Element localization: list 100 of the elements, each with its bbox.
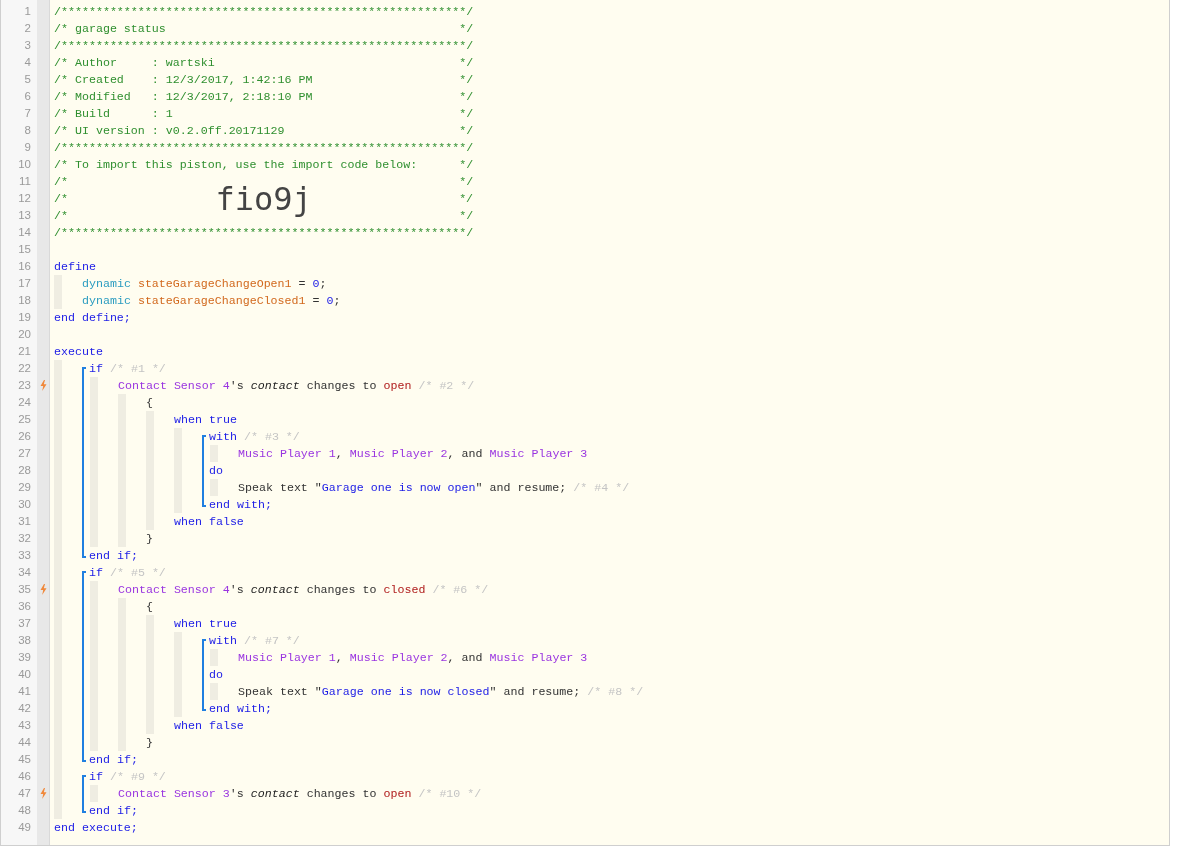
line-number: 43	[17, 718, 32, 733]
line-number: 1	[23, 4, 32, 19]
line-number: 38	[17, 633, 32, 648]
code-line: {	[146, 599, 153, 615]
line-number: 24	[17, 395, 32, 410]
line-number: 45	[17, 752, 32, 767]
line-number: 6	[23, 89, 32, 104]
code-line: /**********************************************************/	[54, 140, 474, 156]
line-number: 40	[17, 667, 32, 682]
line-number: 14	[17, 225, 32, 240]
line-number: 31	[17, 514, 32, 529]
line-number: 25	[17, 412, 32, 427]
code-line: Speak text "Garage one is now closed" and resume; /* #8 */	[238, 684, 644, 700]
code-line: /**********************************************************/	[54, 225, 474, 241]
code-line: */	[459, 123, 474, 139]
line-number: 32	[17, 531, 32, 546]
line-number: 22	[17, 361, 32, 376]
code-line: /* Author : wartski	[54, 55, 215, 71]
import-code: fio9j	[215, 181, 312, 216]
code-line: with /* #3 */	[209, 429, 300, 445]
line-number: 29	[17, 480, 32, 495]
code-line: */	[459, 157, 474, 173]
line-number: 10	[17, 157, 32, 172]
code-line: end if;	[89, 548, 138, 564]
code-line: do	[209, 667, 223, 683]
line-number: 4	[23, 55, 32, 70]
code-line: */	[459, 72, 474, 88]
line-number: 34	[17, 565, 32, 580]
code-line: */	[459, 21, 474, 37]
line-number: 11	[18, 174, 32, 189]
code-line: */	[459, 55, 474, 71]
line-number: 47	[17, 786, 32, 801]
code-line: end execute;	[54, 820, 138, 836]
code-line: }	[146, 735, 153, 751]
line-number: 20	[17, 327, 32, 342]
code-line: /*	[54, 191, 68, 207]
code-line: /* UI version : v0.2.0ff.20171129	[54, 123, 285, 139]
line-number: 46	[17, 769, 32, 784]
line-number: 17	[17, 276, 32, 291]
line-number: 28	[17, 463, 32, 478]
code-line: Music Player 1, Music Player 2, and Music Player 3	[238, 650, 588, 666]
code-line: /* Modified : 12/3/2017, 2:18:10 PM	[54, 89, 313, 105]
line-number: 5	[23, 72, 32, 87]
line-number: 27	[17, 446, 32, 461]
line-number: 12	[17, 191, 32, 206]
code-line: end if;	[89, 752, 138, 768]
line-number: 16	[17, 259, 32, 274]
line-number: 30	[17, 497, 32, 512]
code-line: when true	[174, 412, 237, 428]
code-line: Speak text "Garage one is now open" and resume; /* #4 */	[238, 480, 630, 496]
code-line: when true	[174, 616, 237, 632]
line-number: 48	[17, 803, 32, 818]
line-number: 18	[17, 293, 32, 308]
line-number: 23	[17, 378, 32, 393]
line-number: 7	[23, 106, 32, 121]
line-number: 37	[17, 616, 32, 631]
code-line: if /* #9 */	[89, 769, 166, 785]
line-number: 19	[17, 310, 32, 325]
code-line: {	[146, 395, 153, 411]
code-line: execute	[54, 344, 103, 360]
code-line: /* To import this piston, use the import code below:	[54, 157, 418, 173]
code-line: /*	[54, 208, 68, 224]
code-line: do	[209, 463, 223, 479]
code-line: /* garage status	[54, 21, 166, 37]
line-number: 44	[17, 735, 32, 750]
code-line: define	[54, 259, 96, 275]
line-number: 41	[17, 684, 32, 699]
line-number: 39	[17, 650, 32, 665]
code-line: */	[459, 89, 474, 105]
code-line: end if;	[89, 803, 138, 819]
code-line: */	[459, 208, 474, 224]
code-line: /**********************************************************/	[54, 38, 474, 54]
line-number: 35	[17, 582, 32, 597]
code-line: dynamic stateGarageChangeClosed1 = 0;	[82, 293, 341, 309]
line-number: 21	[17, 344, 32, 359]
code-line: end define;	[54, 310, 131, 326]
code-line: end with;	[209, 701, 272, 717]
line-number: 15	[17, 242, 32, 257]
line-number: 42	[17, 701, 32, 716]
code-line: with /* #7 */	[209, 633, 300, 649]
code-line: when false	[174, 718, 244, 734]
code-line: /* Created : 12/3/2017, 1:42:16 PM	[54, 72, 313, 88]
code-line: */	[459, 106, 474, 122]
line-number: 26	[17, 429, 32, 444]
code-line: when false	[174, 514, 244, 530]
code-line: */	[459, 191, 474, 207]
code-line: /*	[54, 174, 68, 190]
line-number: 49	[17, 820, 32, 835]
code-line: if /* #5 */	[89, 565, 166, 581]
line-number: 33	[17, 548, 32, 563]
code-line: }	[146, 531, 153, 547]
code-line: /**********************************************************/	[54, 4, 474, 20]
line-number: 9	[23, 140, 32, 155]
line-number: 2	[23, 21, 32, 36]
code-line: */	[459, 174, 474, 190]
line-number: 13	[17, 208, 32, 223]
code-line: end with;	[209, 497, 272, 513]
code-line: dynamic stateGarageChangeOpen1 = 0;	[82, 276, 327, 292]
line-number: 3	[23, 38, 32, 53]
code-line: Music Player 1, Music Player 2, and Music Player 3	[238, 446, 588, 462]
